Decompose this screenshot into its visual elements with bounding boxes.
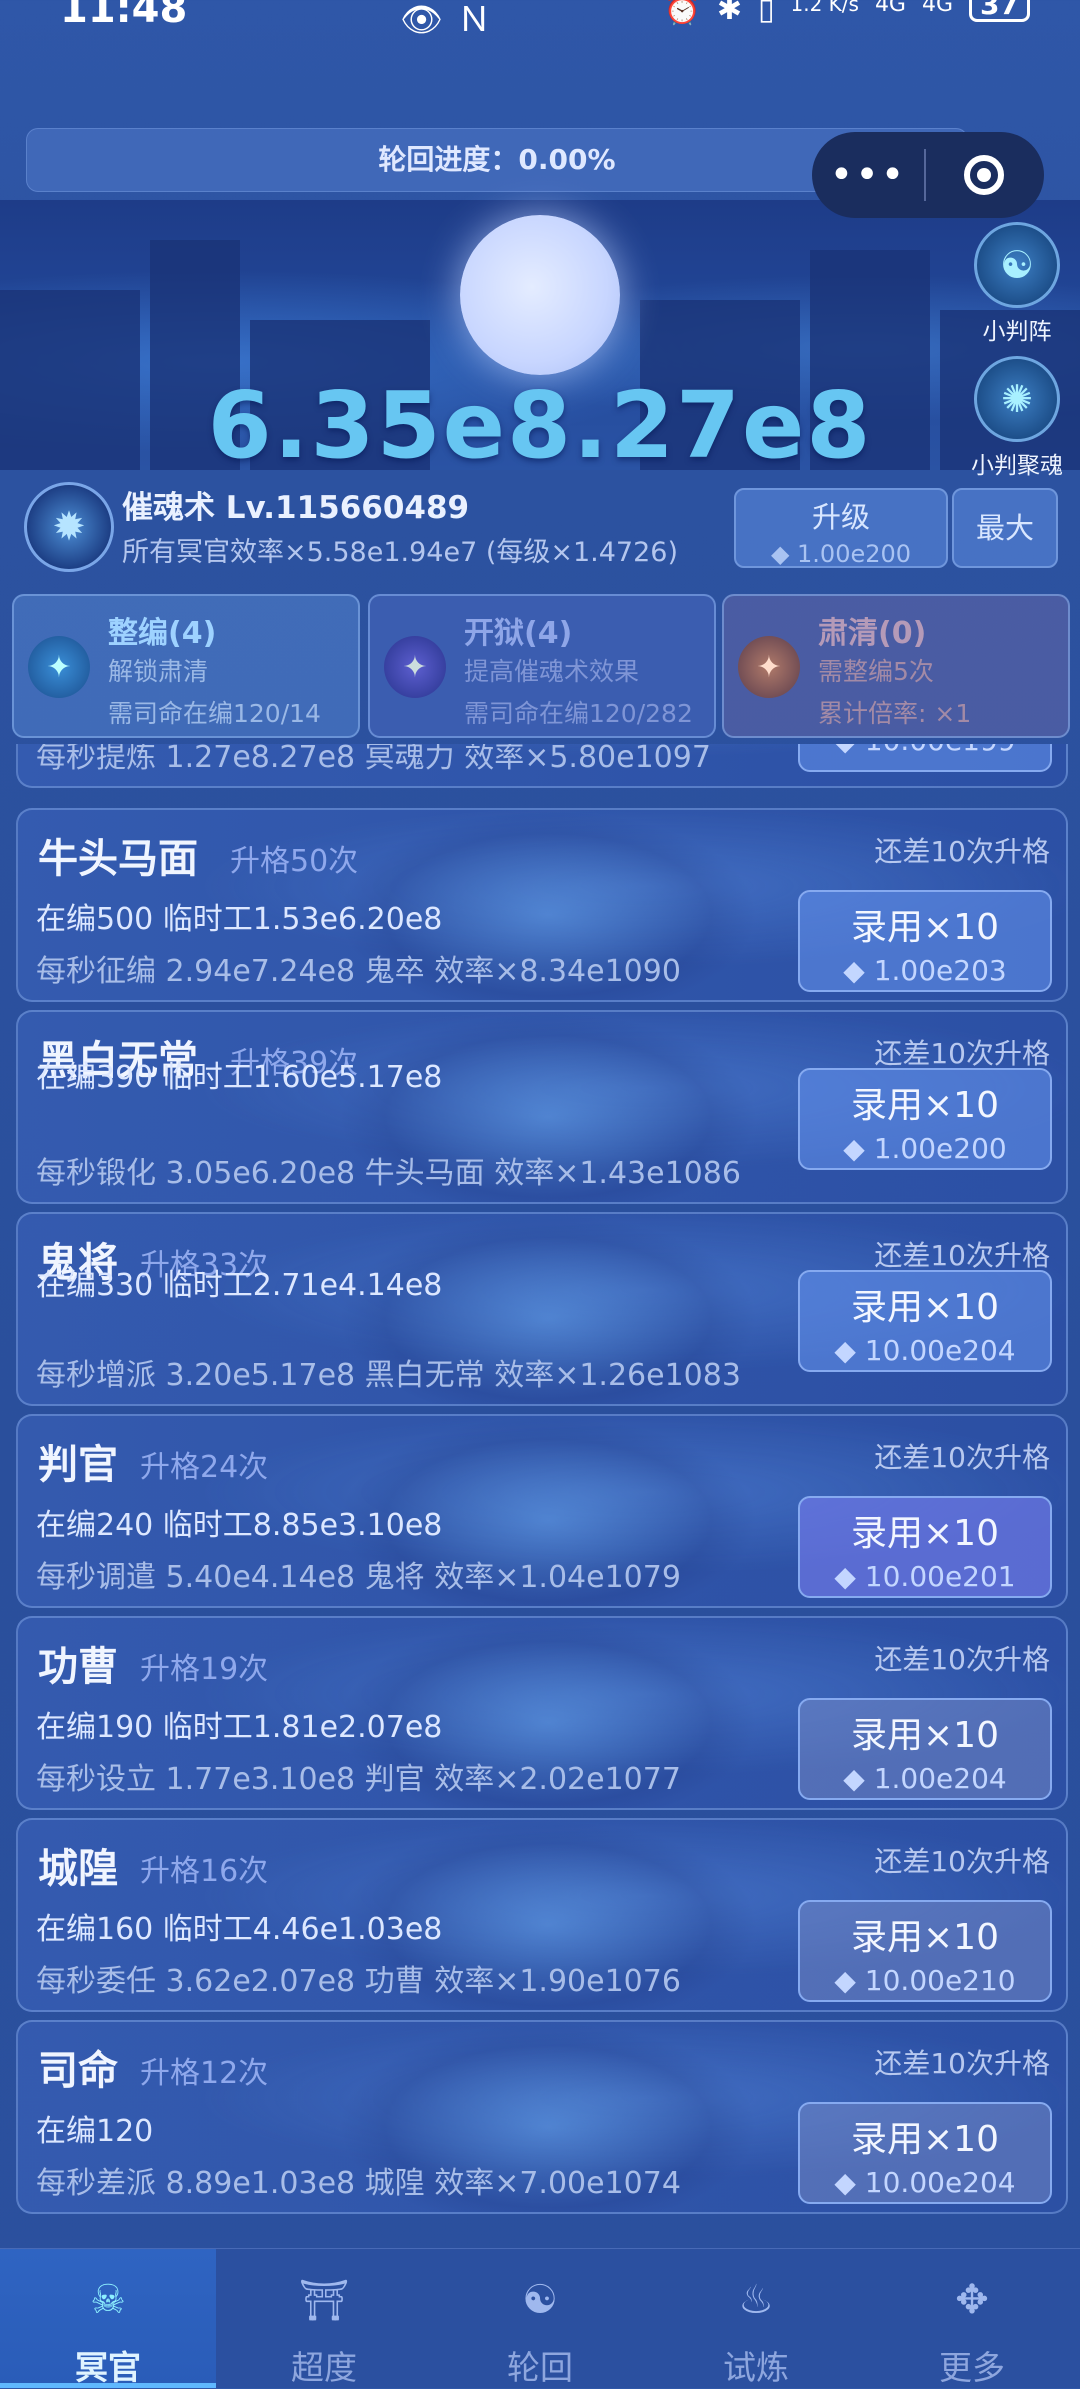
upgrade-button[interactable]: 升级 ◆ 1.00e200 — [734, 488, 948, 568]
open-prison-icon: ✦ — [384, 636, 446, 698]
status-bar: 11:48 👁Ｎ ⏰ ✱ ▯ 1.2 K/s 4G 4G 37 — [0, 0, 1080, 40]
vibrate-icon: ▯ — [757, 0, 775, 27]
nav-tab-officials[interactable]: ☠ 冥官 — [0, 2249, 216, 2388]
more-icon: ✥ — [955, 2277, 989, 2323]
max-button[interactable]: 最大 — [952, 488, 1058, 568]
close-miniprogram-button[interactable] — [926, 155, 1042, 195]
side-button-formation[interactable]: ☯ 小判阵 — [974, 222, 1060, 346]
officer-card: 判官 升格24次 还差10次升格 在编240 临时工8.85e3.10e8 每秒… — [16, 1414, 1068, 1608]
nav-tab-reincarnation[interactable]: ☯ 轮回 — [432, 2249, 648, 2388]
net-speed: 1.2 K/s — [790, 0, 859, 16]
soul-power-total: 6.35e8.27e8 — [207, 372, 873, 479]
hire-button[interactable]: 录用×10 ◆ 1.00e203 — [798, 890, 1052, 992]
trial-icon: ♨ — [738, 2277, 774, 2323]
signal-icon-2: 4G — [921, 0, 954, 17]
nav-tab-salvation[interactable]: ⛩ 超度 — [216, 2249, 432, 2388]
officer-card-partial: 每秒提炼 1.27e8.27e8 冥魂力 效率×5.80e1097 ◆ 10.0… — [16, 744, 1068, 788]
ghost-official-icon: ☠ — [90, 2277, 126, 2323]
signal-icon: 4G — [874, 0, 906, 17]
hire-button-partial[interactable]: ◆ 10.00e199 — [798, 744, 1052, 772]
formation-icon: ☯ — [974, 222, 1060, 308]
bottom-nav: ☠ 冥官 ⛩ 超度 ☯ 轮回 ♨ 试炼 ✥ 更多 — [0, 2248, 1080, 2388]
skill-description: 所有冥官效率×5.58e1.94e7 (每级×1.4726) — [122, 537, 679, 568]
hire-button[interactable]: 录用×10 ◆ 1.00e200 — [798, 1068, 1052, 1170]
alarm-icon: ⏰ — [663, 0, 701, 27]
moon — [460, 215, 620, 375]
hire-button[interactable]: 录用×10 ◆ 10.00e210 — [798, 1900, 1052, 2002]
skill-icon: ✹ — [24, 482, 114, 572]
purge-card[interactable]: ✦ 肃清(0) 需整编5次 累计倍率: ×1 — [722, 594, 1070, 738]
reincarnation-icon: ☯ — [522, 2277, 558, 2323]
skill-title: 催魂术 Lv.115660489 — [122, 490, 470, 526]
officer-list[interactable]: 每秒提炼 1.27e8.27e8 冥魂力 效率×5.80e1097 ◆ 10.0… — [0, 744, 1080, 2214]
status-time: 11:48 — [60, 0, 188, 32]
hire-button[interactable]: 录用×10 ◆ 10.00e204 — [798, 1270, 1052, 1372]
bluetooth-icon: ✱ — [716, 0, 742, 27]
reorganize-icon: ✦ — [28, 636, 90, 698]
officer-card: 城隍 升格16次 还差10次升格 在编160 临时工4.46e1.03e8 每秒… — [16, 1818, 1068, 2012]
soul-gather-icon: ✺ — [974, 356, 1060, 442]
battery-icon: 37 — [969, 0, 1030, 22]
nfc-icon: Ｎ — [457, 0, 506, 40]
hire-button[interactable]: 录用×10 ◆ 10.00e204 — [798, 2102, 1052, 2204]
eye-icon: 👁 — [400, 0, 458, 40]
active-tab-indicator — [0, 2383, 216, 2388]
purge-icon: ✦ — [738, 636, 800, 698]
officer-card: 鬼将 升格33次 还差10次升格 在编330 临时工2.71e4.14e8 每秒… — [16, 1212, 1068, 1406]
officer-card: 黑白无常 升格39次 还差10次升格 在编390 临时工1.60e5.17e8 … — [16, 1010, 1068, 1204]
officer-card: 司命 升格12次 还差10次升格 在编120 每秒差派 8.89e1.03e8 … — [16, 2020, 1068, 2214]
hire-button[interactable]: 录用×10 ◆ 1.00e204 — [798, 1698, 1052, 1800]
hire-button[interactable]: 录用×10 ◆ 10.00e201 — [798, 1496, 1052, 1598]
officer-card: 牛头马面 升格50次 还差10次升格 在编500 临时工1.53e6.20e8 … — [16, 808, 1068, 1002]
reorganize-card[interactable]: ✦ 整编(4) 解锁肃清 需司命在编120/14 — [12, 594, 360, 738]
nav-tab-more[interactable]: ✥ 更多 — [864, 2249, 1080, 2388]
more-menu-button[interactable]: ••• — [812, 132, 924, 218]
nav-tab-trial[interactable]: ♨ 试炼 — [648, 2249, 864, 2388]
officer-card: 功曹 升格19次 还差10次升格 在编190 临时工1.81e2.07e8 每秒… — [16, 1616, 1068, 1810]
open-prison-card[interactable]: ✦ 开狱(4) 提高催魂术效果 需司命在编120/282 — [368, 594, 716, 738]
side-button-soul-gather[interactable]: ✺ 小判聚魂 — [971, 356, 1063, 480]
salvation-icon: ⛩ — [298, 2277, 350, 2324]
target-icon — [964, 155, 1004, 195]
miniprogram-capsule: ••• — [812, 132, 1044, 218]
